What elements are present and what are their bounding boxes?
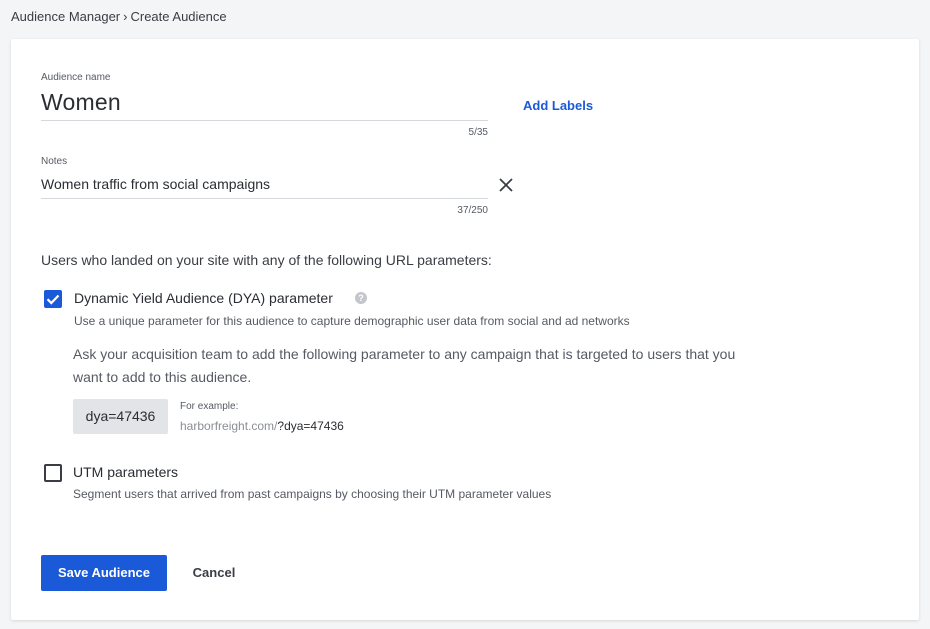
example-url: harborfreight.com/?dya=47436 [180, 419, 344, 433]
audience-name-underline [41, 120, 488, 121]
notes-underline [41, 198, 488, 199]
cancel-button[interactable]: Cancel [181, 555, 247, 591]
url-parameters-heading: Users who landed on your site with any o… [41, 252, 492, 268]
notes-counter: 37/250 [457, 205, 488, 216]
breadcrumb-current: Create Audience [130, 9, 227, 24]
save-audience-button[interactable]: Save Audience [41, 555, 167, 591]
utm-option-title: UTM parameters [73, 464, 179, 480]
utm-option-description: Segment users that arrived from past cam… [73, 487, 552, 501]
dya-parameter-chip: dya=47436 [73, 399, 168, 434]
dya-option-title: Dynamic Yield Audience (DYA) parameter [74, 290, 333, 306]
example-label: For example: [180, 401, 239, 412]
dya-option-description: Use a unique parameter for this audience… [74, 314, 630, 328]
help-icon[interactable]: ? [355, 292, 367, 304]
notes-input[interactable]: Women traffic from social campaigns [41, 176, 270, 192]
clear-notes-close-icon[interactable] [498, 177, 514, 193]
example-param: ?dya=47436 [277, 419, 344, 433]
breadcrumb-separator: › [123, 9, 128, 24]
notes-label: Notes [41, 156, 68, 167]
audience-name-counter: 5/35 [468, 127, 488, 138]
audience-name-input[interactable]: Women [41, 89, 121, 116]
dya-checkbox[interactable] [44, 290, 62, 308]
dya-instruction-text: Ask your acquisition team to add the fol… [73, 346, 736, 385]
breadcrumb-parent[interactable]: Audience Manager [11, 9, 120, 24]
breadcrumb: Audience Manager › Create Audience [11, 9, 227, 24]
checkmark-icon [46, 294, 60, 305]
example-domain: harborfreight.com/ [180, 419, 278, 433]
audience-name-label: Audience name [41, 72, 111, 83]
utm-checkbox[interactable] [44, 464, 62, 482]
create-audience-card: Audience name Women 5/35 Add Labels Note… [11, 39, 919, 620]
add-labels-link[interactable]: Add Labels [523, 98, 593, 113]
